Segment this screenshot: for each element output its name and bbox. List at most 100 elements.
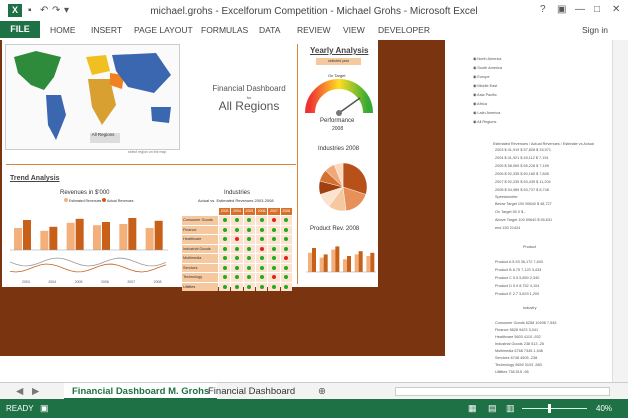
revenue-bar [154,220,163,250]
x-tick-label: 2004 [48,280,56,284]
industry-row: Services [182,263,293,272]
status-dot [272,284,277,289]
status-dot [222,284,227,289]
industry-label: Technology [182,273,218,282]
status-dot [259,256,264,261]
product-bar [370,252,375,272]
speedo-label: Speedometer [495,195,518,199]
close-button[interactable]: ✕ [612,4,620,15]
industries-table: 2003 2004 2005 2006 2007 2008 Consumer Goods Fi… [182,208,293,291]
status-dot [284,246,289,251]
product-rev-title: Product Rev. 2008 [310,226,360,232]
add-sheet-icon[interactable]: ⊕ [310,383,334,400]
all-regions-button-label: All Regions [91,132,115,137]
horizontal-scrollbar[interactable] [395,387,610,396]
status-dot [284,237,289,242]
region-option: ◉ North America [473,57,502,61]
product-row: Product E 2.7 3,629 1,200 [495,292,540,296]
table1-row: 2005 $ 58,069 $ 65,228 $ 7,159 [495,164,549,168]
gauge-label: On Target [328,73,346,78]
industry-data-row: Consumer Goods 6258 10498 7,545 [495,321,557,325]
tab-data[interactable]: DATA [259,25,280,35]
industry-label: Consumer Goods [182,216,218,225]
region-option: ◉ All Regions [473,120,497,124]
region-option: ◉ Africa [473,102,487,106]
map-south-america[interactable] [46,95,66,140]
status-dot [234,265,239,270]
tab-page-layout[interactable]: PAGE LAYOUT [134,25,193,35]
trend-analysis-title: Trend Analysis [10,175,60,182]
tab-file[interactable]: FILE [0,21,40,38]
gauge-needle [338,97,361,114]
revenue-bar [75,218,84,250]
product-bar [323,254,328,272]
ribbon-display-icon[interactable]: ▣ [557,4,566,15]
map-africa[interactable] [88,79,116,125]
sheet-tab-dashboard[interactable]: Financial Dashboard [200,383,303,400]
zoom-thumb[interactable] [548,404,551,413]
data-panel: ◉ North America ◉ South America ◉ Europe ◉ … [445,40,628,382]
map-note: select region on the map [128,150,167,154]
macro-record-icon[interactable]: ▣ [40,403,49,414]
next-sheet-button[interactable]: ▶ [24,383,47,400]
vertical-scrollbar[interactable] [612,40,628,382]
table1-row: 2006 $ 52,335 $ 60,180 $ 7,845 [495,172,549,176]
tab-insert[interactable]: INSERT [91,25,122,35]
product-row: Product D 5.9 8,752 4,104 [495,284,540,288]
status-dot [259,227,264,232]
status-dot [272,275,277,280]
region-option: ◉ Middle East [473,84,498,88]
industry-data-row: Services 6748 4505 -238 [495,356,538,360]
status-dot [247,227,252,232]
status-dot [234,284,239,289]
x-tick-label: 2007 [127,280,135,284]
status-dot [222,227,227,232]
product-label: Product [523,245,537,249]
map-australia[interactable] [151,107,171,123]
status-dot [222,265,227,270]
status-dot [259,284,264,289]
year-header: 2007 [268,208,280,215]
region-option: ◉ Europe [473,75,490,79]
map-europe[interactable] [86,55,110,75]
page-layout-icon[interactable]: ▤ [488,403,497,414]
table1-row: 2008 $ 54,989 $ 63,737 $ 8,748 [495,188,549,192]
tab-review[interactable]: REVIEW [297,25,331,35]
revenues-chart: 2003 2004 2005 2006 2007 2008 [10,218,168,284]
product-bar [354,254,359,272]
zoom-slider[interactable] [522,408,587,409]
year-header: 2008 [280,208,292,215]
tab-developer[interactable]: DEVELOPER [378,25,430,35]
status-dot [259,246,264,251]
product-bar [347,256,351,272]
minimize-button[interactable]: — [575,4,585,15]
status-dot [247,256,252,261]
divider [6,164,296,165]
page-break-icon[interactable]: ▥ [506,403,515,414]
year-header: 2005 [243,208,255,215]
trend-line [10,257,167,267]
industry-data-row: Multimedia 5768 7345 1,546 [495,349,543,353]
product-row: Product C 5.5 5,850 2,340 [495,276,540,280]
revenue-bar [145,228,154,250]
tab-home[interactable]: HOME [50,25,76,35]
maximize-button[interactable]: □ [594,4,600,15]
status-dot [284,256,289,261]
tab-formulas[interactable]: FORMULAS [201,25,248,35]
speedo-row: Above Target 100 59640 $ 55,631 [495,218,553,222]
sign-in-link[interactable]: Sign in [582,25,608,35]
revenue-bar [93,225,101,250]
industry-row: Healthcare [182,235,293,244]
dashboard-region: All Regions [218,99,280,113]
sheet-tab-dashboard-grohs[interactable]: Financial Dashboard M. Grohs [64,383,218,400]
help-icon[interactable]: ? [540,4,546,15]
product-row: Product B 8.75 7,123 3,433 [495,268,542,272]
normal-view-icon[interactable]: ▦ [468,403,477,414]
map-north-america[interactable] [14,51,61,90]
industry-row: Finance [182,225,293,234]
product-bar [358,251,363,272]
status-dot [222,237,227,242]
status-dot [272,218,277,223]
year-selector[interactable]: selected year [316,58,361,65]
tab-view[interactable]: VIEW [343,25,365,35]
